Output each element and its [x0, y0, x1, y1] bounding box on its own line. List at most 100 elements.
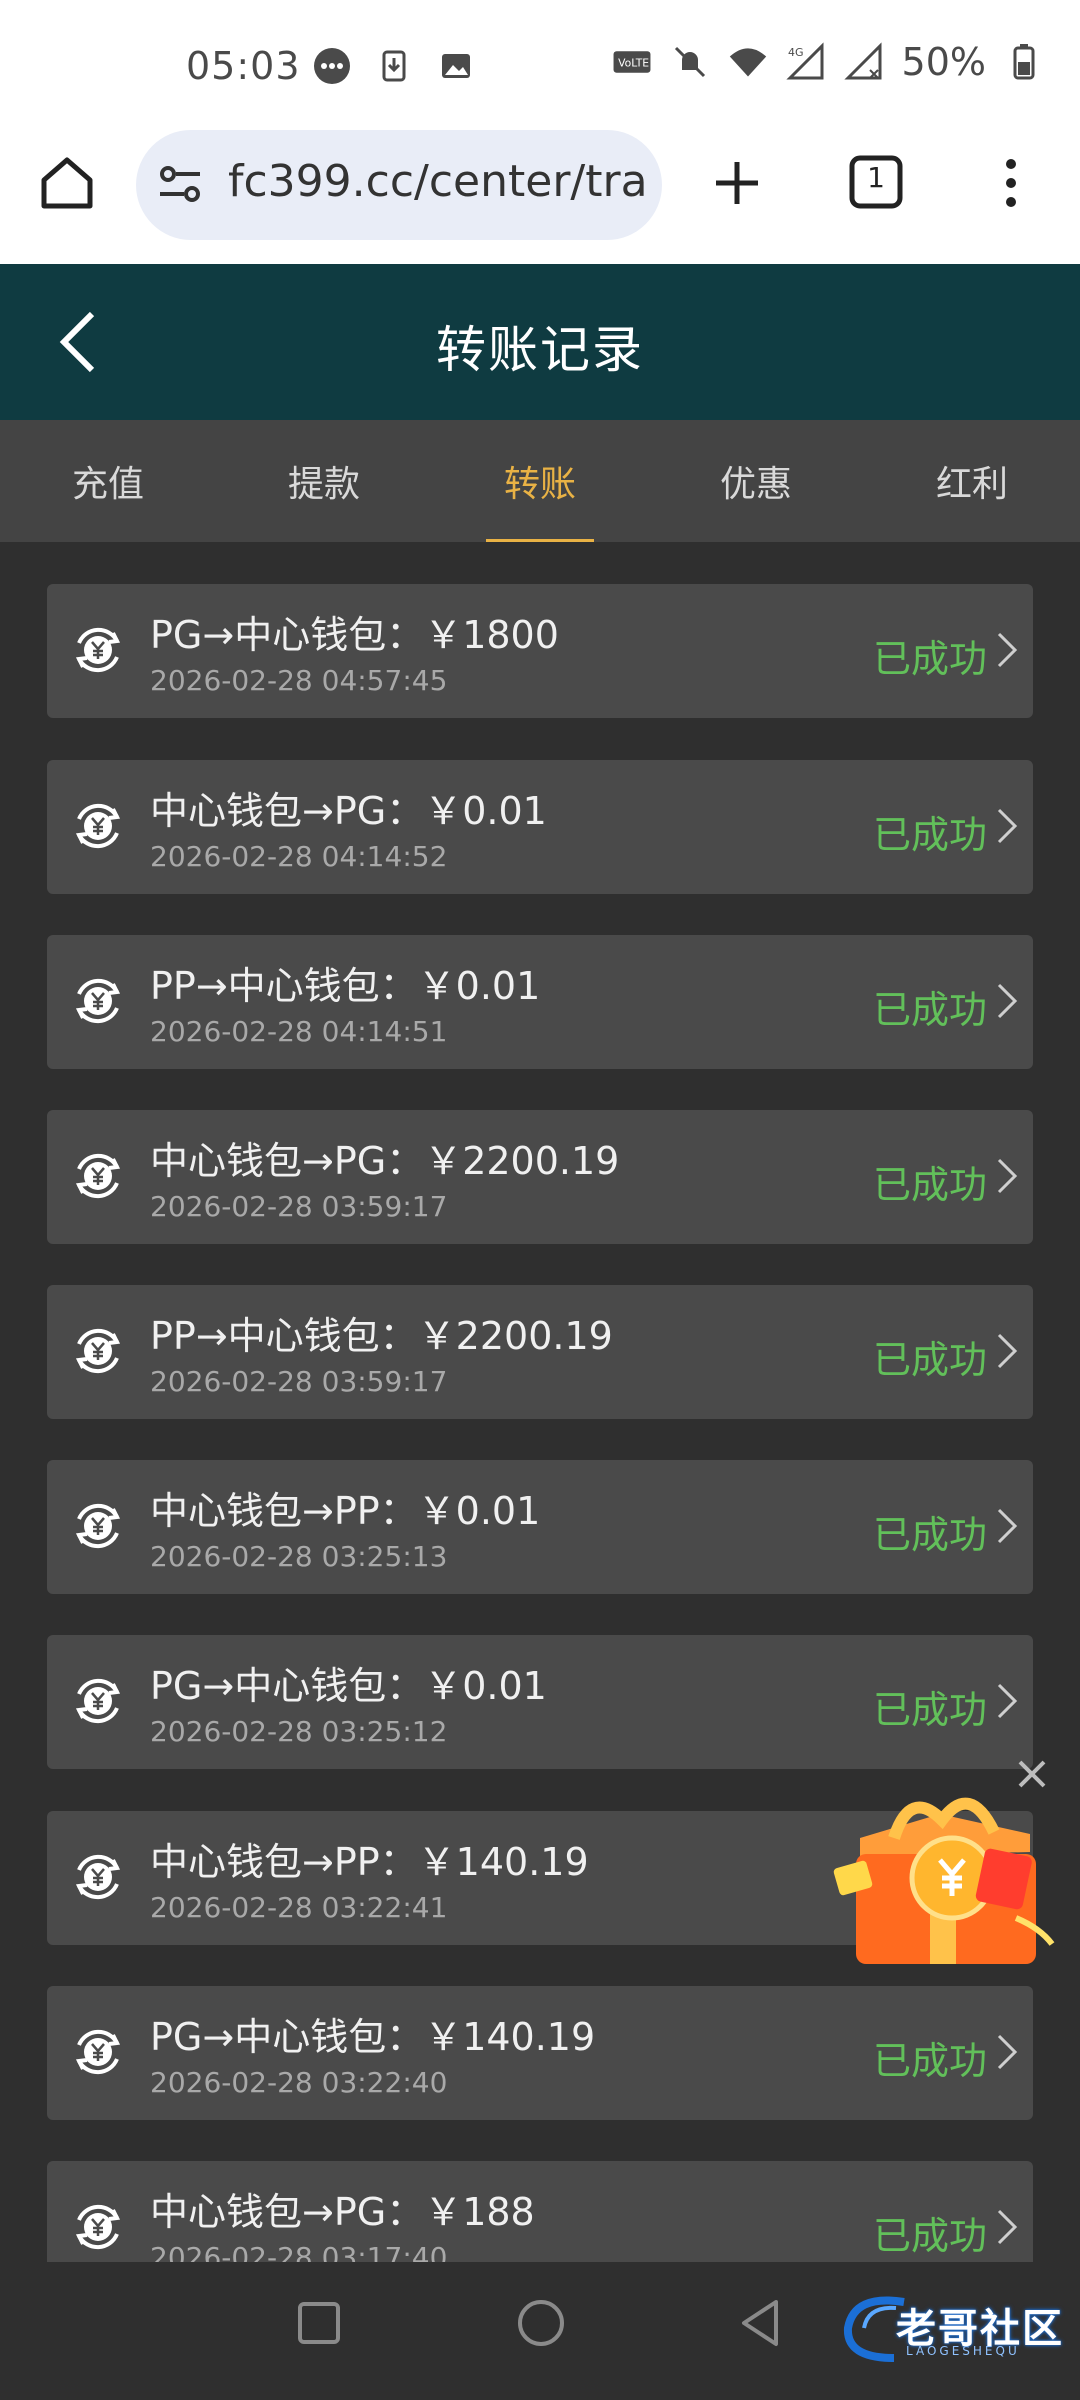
record-time: 2026-02-28 03:22:41 — [150, 1891, 448, 1924]
download-icon — [374, 46, 414, 86]
svg-text:VoLTE: VoLTE — [618, 57, 649, 70]
promo-gift-box[interactable] — [830, 1768, 1060, 1988]
tab-deposit[interactable]: 充值 — [0, 420, 216, 542]
record-status: 已成功 — [872, 813, 987, 857]
plus-icon — [716, 162, 758, 204]
transfer-yen-icon — [75, 2204, 121, 2250]
chevron-right-icon — [997, 808, 1018, 844]
more-vert-icon — [1006, 159, 1016, 207]
record-row[interactable]: 中心钱包→PP：￥0.01 2026-02-28 03:25:13 已成功 — [47, 1460, 1033, 1594]
record-row[interactable]: 中心钱包→PG：￥0.01 2026-02-28 04:14:52 已成功 — [47, 760, 1033, 894]
url-text[interactable]: fc399.cc/center/transfer — [228, 156, 648, 207]
tab-bonus[interactable]: 红利 — [864, 420, 1080, 542]
record-status: 已成功 — [872, 2039, 987, 2083]
record-time: 2026-02-28 03:59:17 — [150, 1190, 448, 1223]
status-time: 05:03 — [186, 44, 301, 88]
tab-transfer[interactable]: 转账 — [432, 420, 648, 542]
record-row[interactable]: 中心钱包→PG：￥188 2026-02-28 03:17:40 已成功 — [47, 2161, 1033, 2262]
record-title: 中心钱包→PG：￥0.01 — [150, 789, 547, 833]
tab-switcher-button[interactable]: 1 — [848, 154, 904, 210]
gift-box-icon — [833, 1797, 1055, 1964]
record-time: 2026-02-28 03:25:12 — [150, 1715, 448, 1748]
record-time: 2026-02-28 03:22:40 — [150, 2066, 448, 2099]
tab-withdraw[interactable]: 提款 — [216, 420, 432, 542]
chevron-right-icon — [997, 1333, 1018, 1369]
home-nav-button[interactable] — [518, 2300, 564, 2346]
record-title: 中心钱包→PP：￥0.01 — [150, 1489, 541, 1533]
browser-toolbar: fc399.cc/center/transfer 1 — [0, 130, 1080, 266]
record-title: 中心钱包→PG：￥188 — [150, 2190, 535, 2234]
record-title: PG→中心钱包：￥140.19 — [150, 2015, 596, 2059]
record-title: PP→中心钱包：￥0.01 — [150, 964, 541, 1008]
tab-count: 1 — [867, 161, 885, 194]
mute-bell-icon — [670, 42, 710, 82]
record-time: 2026-02-28 04:14:51 — [150, 1015, 448, 1048]
chevron-right-icon — [997, 632, 1018, 668]
chevron-right-icon — [997, 1158, 1018, 1194]
home-icon — [41, 157, 93, 209]
transfer-yen-icon — [75, 1678, 121, 1724]
chevron-right-icon — [997, 1683, 1018, 1719]
record-status: 已成功 — [872, 988, 987, 1032]
battery-percent: 50% — [901, 40, 986, 84]
new-tab-button[interactable] — [706, 152, 768, 214]
status-bar: 05:03 VoLTE 4G 50% — [0, 0, 1080, 130]
back-nav-button[interactable] — [738, 2298, 782, 2348]
record-row[interactable]: 中心钱包→PG：￥2200.19 2026-02-28 03:59:17 已成功 — [47, 1110, 1033, 1244]
record-title: PP→中心钱包：￥2200.19 — [150, 1314, 613, 1358]
transfer-yen-icon — [75, 1854, 121, 1900]
transfer-yen-icon — [75, 803, 121, 849]
address-bar[interactable]: fc399.cc/center/transfer — [136, 130, 662, 240]
record-type-tabs: 充值 提款 转账 优惠 红利 — [0, 420, 1080, 542]
transfer-yen-icon — [75, 978, 121, 1024]
chevron-right-icon — [997, 1508, 1018, 1544]
record-row[interactable]: PG→中心钱包：￥1800 2026-02-28 04:57:45 已成功 — [47, 584, 1033, 718]
record-row[interactable]: PP→中心钱包：￥2200.19 2026-02-28 03:59:17 已成功 — [47, 1285, 1033, 1419]
transfer-yen-icon — [75, 2029, 121, 2075]
wifi-icon — [728, 42, 768, 82]
site-settings-icon[interactable] — [156, 160, 206, 210]
record-time: 2026-02-28 04:14:52 — [150, 840, 448, 873]
triangle-back-icon — [742, 2300, 778, 2346]
record-time: 2026-02-28 04:57:45 — [150, 664, 448, 697]
record-status: 已成功 — [872, 1338, 987, 1382]
watermark-subtext: LAOGESHEQU — [906, 2344, 1020, 2358]
transfer-yen-icon — [75, 1503, 121, 1549]
record-row[interactable]: PP→中心钱包：￥0.01 2026-02-28 04:14:51 已成功 — [47, 935, 1033, 1069]
record-title: 中心钱包→PP：￥140.19 — [150, 1840, 589, 1884]
svg-text:4G: 4G — [788, 46, 804, 59]
watermark-logo: 老哥社区 LAOGESHEQU — [834, 2284, 1064, 2374]
message-icon — [312, 46, 352, 86]
transfer-yen-icon — [75, 1328, 121, 1374]
signal-off-icon — [843, 42, 884, 82]
record-row[interactable]: PG→中心钱包：￥0.01 2026-02-28 03:25:12 已成功 — [47, 1635, 1033, 1769]
system-nav-bar: 老哥社区 LAOGESHEQU — [0, 2262, 1080, 2400]
record-title: 中心钱包→PG：￥2200.19 — [150, 1139, 620, 1183]
recents-button[interactable] — [298, 2302, 340, 2344]
volte-icon: VoLTE — [612, 42, 652, 82]
transfer-yen-icon — [75, 627, 121, 673]
transfer-record-list[interactable]: PG→中心钱包：￥1800 2026-02-28 04:57:45 已成功 中心… — [0, 584, 1080, 2262]
record-row[interactable]: PG→中心钱包：￥140.19 2026-02-28 03:22:40 已成功 — [47, 1986, 1033, 2120]
image-icon — [436, 46, 476, 86]
chevron-right-icon — [997, 2034, 1018, 2070]
record-status: 已成功 — [872, 1163, 987, 1207]
transfer-yen-icon — [75, 1153, 121, 1199]
record-time: 2026-02-28 03:59:17 — [150, 1365, 448, 1398]
record-status: 已成功 — [872, 1513, 987, 1557]
record-status: 已成功 — [872, 1688, 987, 1732]
tab-promotion[interactable]: 优惠 — [648, 420, 864, 542]
record-time: 2026-02-28 03:17:40 — [150, 2241, 448, 2262]
browser-menu-button[interactable] — [996, 152, 1026, 214]
chevron-right-icon — [997, 983, 1018, 1019]
battery-icon — [1004, 42, 1044, 82]
record-title: PG→中心钱包：￥1800 — [150, 613, 559, 657]
signal-4g-icon: 4G — [785, 42, 826, 82]
record-title: PG→中心钱包：￥0.01 — [150, 1664, 547, 1708]
record-status: 已成功 — [872, 2214, 987, 2258]
record-time: 2026-02-28 03:25:13 — [150, 1540, 448, 1573]
notification-icons — [312, 46, 476, 86]
home-button[interactable] — [36, 152, 98, 214]
chevron-right-icon — [997, 2209, 1018, 2245]
system-icons: VoLTE 4G 50% — [612, 40, 1044, 84]
